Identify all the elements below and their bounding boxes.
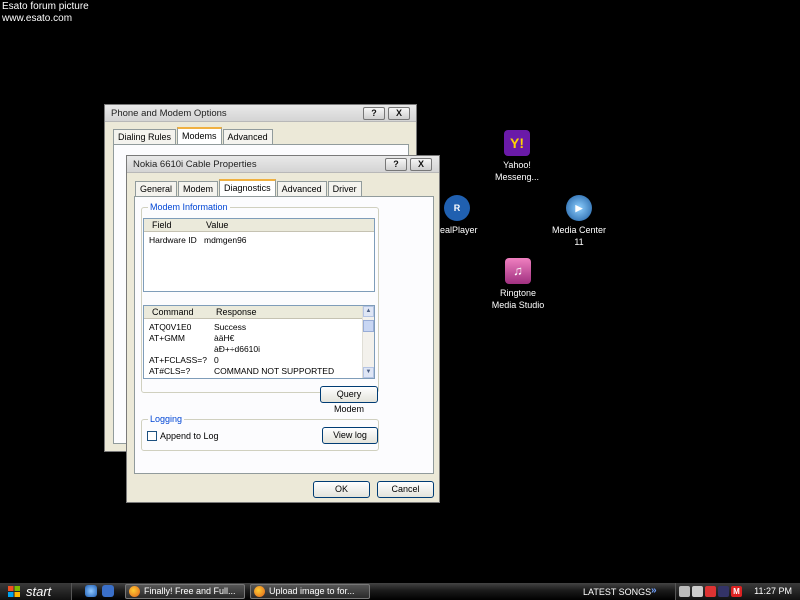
table-row[interactable]: àÐ+÷d6610i xyxy=(144,344,374,355)
query-modem-button[interactable]: Query Modem xyxy=(320,386,378,414)
command-response-list[interactable]: Command Response ATQ0V1E0 Success AT+GMM… xyxy=(143,305,375,379)
desktop-icon-label: ealPlayer xyxy=(440,225,478,235)
help-button[interactable]: ? xyxy=(385,158,407,171)
ie-quicklaunch-icon[interactable] xyxy=(85,585,97,597)
desktop-icon-ringtone-studio[interactable]: ♫ Ringtone Media Studio xyxy=(478,258,558,311)
taskbar-item-label: Upload image to for... xyxy=(269,586,355,596)
vertical-scrollbar[interactable]: ▲ ▼ xyxy=(362,306,374,378)
start-label: start xyxy=(26,584,52,599)
latest-songs-toolbar[interactable]: LATEST SONGS xyxy=(583,587,651,597)
column-header-value[interactable]: Value xyxy=(206,220,228,230)
taskbar-item[interactable]: Finally! Free and Full... xyxy=(125,584,245,599)
window-title: Phone and Modem Options xyxy=(111,108,227,119)
cell-command: ATQ0V1E0 xyxy=(149,322,192,332)
append-to-log-label[interactable]: Append to Log xyxy=(160,431,219,441)
realplayer-icon: R xyxy=(444,195,470,221)
list-header: Command Response xyxy=(144,306,374,319)
modem-information-group: Modem Information Field Value Hardware I… xyxy=(141,202,379,414)
desktop-icon-label: Messeng... xyxy=(494,172,540,182)
media-center-icon: ▶ xyxy=(566,195,592,221)
desktop-icon-media-center[interactable]: ▶ Media Center 11 xyxy=(539,195,619,248)
watermark-line2: www.esato.com xyxy=(2,13,73,24)
tab-dialing-rules[interactable]: Dialing Rules xyxy=(113,129,177,144)
cell-response: àäH€ xyxy=(214,333,235,343)
diagnostics-panel: Modem Information Field Value Hardware I… xyxy=(134,196,434,474)
logging-group: Logging Append to Log View log xyxy=(141,414,379,451)
table-row[interactable]: ATQ0V1E0 Success xyxy=(144,322,374,333)
help-button[interactable]: ? xyxy=(363,107,385,120)
cell-command: AT+FCLASS=? xyxy=(149,355,207,365)
cell-response: COMMAND NOT SUPPORTED xyxy=(214,366,335,376)
tab-advanced[interactable]: Advanced xyxy=(276,181,327,196)
cable-properties-window: Nokia 6610i Cable Properties ? X General… xyxy=(126,155,440,503)
window-title: Nokia 6610i Cable Properties xyxy=(133,159,257,170)
show-desktop-icon[interactable] xyxy=(102,585,114,597)
group-title: Logging xyxy=(148,414,185,424)
tray-icon[interactable] xyxy=(705,586,716,597)
firefox-icon xyxy=(254,586,265,597)
cell-response: àÐ+÷d6610i xyxy=(214,344,261,354)
cell-field: Hardware ID xyxy=(149,235,197,245)
start-button[interactable]: start xyxy=(0,583,72,600)
cancel-button[interactable]: Cancel xyxy=(377,481,434,498)
desktop-icon-realplayer[interactable]: R ealPlayer xyxy=(440,195,482,236)
column-header-field[interactable]: Field xyxy=(152,220,172,230)
watermark: Esato forum picture www.esato.com xyxy=(2,1,89,25)
table-row[interactable]: AT#CLS=? COMMAND NOT SUPPORTED xyxy=(144,366,374,377)
title-bar: Nokia 6610i Cable Properties ? X xyxy=(127,156,439,173)
toolbar-chevron-icon[interactable]: » xyxy=(651,585,657,596)
windows-flag-icon xyxy=(8,586,20,597)
cell-value: mdmgen96 xyxy=(204,235,247,245)
yahoo-icon: Y! xyxy=(504,130,530,156)
tab-driver[interactable]: Driver xyxy=(327,181,362,196)
table-row[interactable]: AT+FCLASS=? 0 xyxy=(144,355,374,366)
tab-strip: General Modem Diagnostics Advanced Drive… xyxy=(135,179,363,196)
close-button[interactable]: X xyxy=(388,107,410,120)
desktop-icon-label: Media Studio xyxy=(491,300,545,310)
desktop-icon-label: Ringtone xyxy=(499,288,537,298)
taskbar-item[interactable]: Upload image to for... xyxy=(250,584,370,599)
scroll-thumb[interactable] xyxy=(363,320,374,332)
table-row[interactable]: AT+GMM àäH€ xyxy=(144,333,374,344)
scroll-down-arrow-icon[interactable]: ▼ xyxy=(363,367,374,378)
ringtone-icon: ♫ xyxy=(505,258,531,284)
tab-advanced[interactable]: Advanced xyxy=(222,129,273,144)
cell-command: AT+GMM xyxy=(149,333,185,343)
desktop-icon-yahoo-messenger[interactable]: Y! Yahoo! Messeng... xyxy=(477,130,557,183)
cell-response: Success xyxy=(214,322,247,332)
close-button[interactable]: X xyxy=(410,158,432,171)
tab-diagnostics[interactable]: Diagnostics xyxy=(219,179,276,196)
cell-command: AT#CLS=? xyxy=(149,366,191,376)
cell-response: 0 xyxy=(214,355,219,365)
tray-m-icon[interactable]: M xyxy=(731,586,742,597)
view-log-button[interactable]: View log xyxy=(322,427,378,444)
watermark-line1: Esato forum picture xyxy=(2,1,89,12)
taskbar: start Finally! Free and Full... Upload i… xyxy=(0,583,800,600)
tab-general[interactable]: General xyxy=(135,181,178,196)
tab-strip: Dialing Rules Modems Advanced xyxy=(113,127,274,144)
list-header: Field Value xyxy=(144,219,374,232)
system-tray: M 11:27 PM xyxy=(675,583,800,600)
column-header-response[interactable]: Response xyxy=(216,307,257,317)
tab-modem[interactable]: Modem xyxy=(178,181,219,196)
table-row[interactable]: Hardware ID mdmgen96 xyxy=(144,235,374,246)
taskbar-item-label: Finally! Free and Full... xyxy=(144,586,236,596)
column-header-command[interactable]: Command xyxy=(152,307,194,317)
scroll-up-arrow-icon[interactable]: ▲ xyxy=(363,306,374,317)
tab-modems[interactable]: Modems xyxy=(177,127,222,144)
firefox-icon xyxy=(129,586,140,597)
tray-icon[interactable] xyxy=(718,586,729,597)
group-title: Modem Information xyxy=(148,202,230,212)
desktop-icon-label: Yahoo! xyxy=(503,160,531,170)
append-to-log-checkbox[interactable] xyxy=(147,431,157,441)
desktop-icon-label: 11 xyxy=(574,237,584,247)
clock[interactable]: 11:27 PM xyxy=(754,586,792,596)
title-bar: Phone and Modem Options ? X xyxy=(105,105,416,122)
ok-button[interactable]: OK xyxy=(313,481,370,498)
modem-info-list[interactable]: Field Value Hardware ID mdmgen96 xyxy=(143,218,375,292)
tray-icon[interactable] xyxy=(679,586,690,597)
desktop-icon-label: Media Center xyxy=(551,225,607,235)
tray-icon[interactable] xyxy=(692,586,703,597)
